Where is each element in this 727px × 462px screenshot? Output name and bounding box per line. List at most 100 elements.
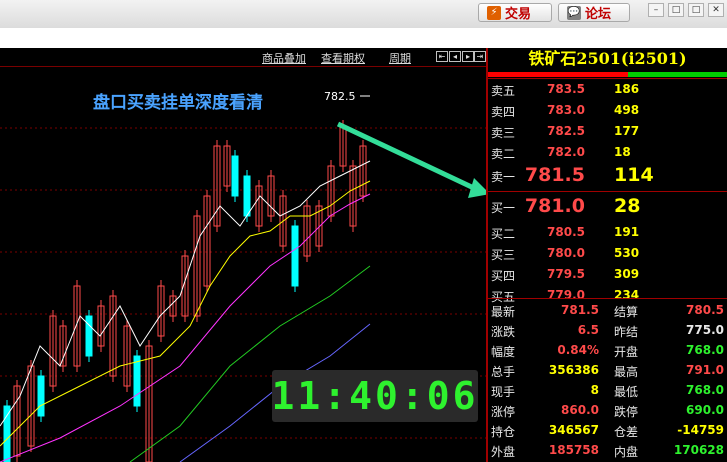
buy-strength-bar bbox=[628, 72, 727, 77]
stat-value: 346567 bbox=[548, 423, 599, 437]
stat-row: 外盘 185758 内盘 170628 bbox=[488, 440, 727, 460]
period-link[interactable]: 周期 bbox=[389, 50, 411, 66]
bid-label: 买三 bbox=[491, 248, 516, 262]
bid-price: 780.5 bbox=[547, 225, 585, 239]
nav-last-icon[interactable]: ⇥ bbox=[474, 51, 486, 62]
ask-row[interactable]: 卖三 782.5 177 bbox=[488, 121, 727, 142]
stat-label: 幅度 bbox=[491, 345, 516, 359]
candle-body bbox=[291, 225, 299, 287]
stat-label: 最新 bbox=[491, 305, 516, 319]
stat-label: 跌停 bbox=[614, 405, 639, 419]
bid-volume: 309 bbox=[614, 267, 640, 281]
nav-next-icon[interactable]: ▸ bbox=[462, 51, 474, 62]
stat-row: 幅度 0.84% 开盘 768.0 bbox=[488, 340, 727, 360]
stat-label: 结算 bbox=[614, 305, 639, 319]
ask-price: 783.5 bbox=[547, 82, 585, 96]
stat-value: -14759 bbox=[677, 423, 724, 437]
ask-label: 卖一 bbox=[491, 170, 516, 184]
stat-value: 791.0 bbox=[686, 363, 724, 377]
ask-volume: 186 bbox=[614, 82, 640, 96]
ask-volume: 18 bbox=[614, 145, 631, 159]
trade-button-label: 交易 bbox=[505, 7, 532, 22]
stat-value: 768.0 bbox=[686, 343, 724, 357]
stat-value: 356386 bbox=[548, 363, 599, 377]
stat-label: 持仓 bbox=[491, 425, 516, 439]
stat-label: 最高 bbox=[614, 365, 639, 379]
ask-volume: 498 bbox=[614, 103, 640, 117]
divider bbox=[488, 298, 727, 299]
stat-value: 690.0 bbox=[686, 403, 724, 417]
stat-label: 外盘 bbox=[491, 445, 516, 459]
stat-row: 现手 8 最低 768.0 bbox=[488, 380, 727, 400]
divider bbox=[488, 191, 727, 192]
nav-prev-icon[interactable]: ◂ bbox=[449, 51, 461, 62]
ask-price: 782.0 bbox=[547, 145, 585, 159]
chart-toolbar: 商品叠加 查看期权 周期 ⇤ ◂ ▸ ⇥ bbox=[0, 48, 486, 67]
ask-row[interactable]: 卖五 783.5 186 bbox=[488, 79, 727, 100]
bid-label: 买四 bbox=[491, 269, 516, 283]
bid-volume: 530 bbox=[614, 246, 640, 260]
stat-value: 185758 bbox=[548, 443, 599, 457]
stat-label: 最低 bbox=[614, 385, 639, 399]
forum-button[interactable]: 💬 论坛 bbox=[558, 3, 630, 22]
overlay-commodity-link[interactable]: 商品叠加 bbox=[262, 50, 306, 66]
stat-label: 昨结 bbox=[614, 325, 639, 339]
stat-value: 780.5 bbox=[686, 303, 724, 317]
bid-price: 781.0 bbox=[524, 195, 585, 217]
ask-row[interactable]: 卖二 782.0 18 bbox=[488, 142, 727, 163]
bid-row[interactable]: 买一 781.0 28 bbox=[488, 194, 727, 217]
stat-label: 现手 bbox=[491, 385, 516, 399]
stat-value: 860.0 bbox=[561, 403, 599, 417]
stat-value: 775.0 bbox=[686, 323, 724, 337]
menu-strip bbox=[0, 28, 727, 48]
stat-row: 持仓 346567 仓差 -14759 bbox=[488, 420, 727, 440]
stat-label: 仓差 bbox=[614, 425, 639, 439]
ask-row[interactable]: 卖四 783.0 498 bbox=[488, 100, 727, 121]
ask-row[interactable]: 卖一 781.5 114 bbox=[488, 163, 727, 186]
ask-label: 卖五 bbox=[491, 84, 516, 98]
candle-body bbox=[37, 375, 45, 417]
stat-value: 0.84% bbox=[557, 343, 599, 357]
bid-row[interactable]: 买二 780.5 191 bbox=[488, 222, 727, 243]
minimize-icon[interactable]: – bbox=[648, 3, 664, 17]
nav-first-icon[interactable]: ⇤ bbox=[436, 51, 448, 62]
annotation-text: 盘口买卖挂单深度看清 bbox=[93, 93, 263, 113]
bid-volume: 191 bbox=[614, 225, 640, 239]
ask-price: 783.0 bbox=[547, 103, 585, 117]
bid-row[interactable]: 买四 779.5 309 bbox=[488, 264, 727, 285]
title-bar: ⚡ 交易 💬 论坛 – □ □ ✕ bbox=[0, 0, 727, 29]
ask-price: 782.5 bbox=[547, 124, 585, 138]
stat-row: 涨停 860.0 跌停 690.0 bbox=[488, 400, 727, 420]
clock-display: 11:40:06 bbox=[271, 370, 479, 422]
ma-line-green bbox=[129, 265, 371, 462]
stat-label: 涨跌 bbox=[491, 325, 516, 339]
quote-panel: 铁矿石2501(i2501) 卖五 783.5 186 卖四 783.0 498 卖三 782… bbox=[488, 48, 727, 462]
stat-value: 170628 bbox=[673, 443, 724, 457]
ask-label: 卖二 bbox=[491, 147, 516, 161]
view-options-link[interactable]: 查看期权 bbox=[321, 50, 365, 66]
stat-label: 内盘 bbox=[614, 445, 639, 459]
maximize-icon[interactable]: □ bbox=[688, 3, 704, 17]
restore-icon[interactable]: □ bbox=[668, 3, 684, 17]
ask-price: 781.5 bbox=[524, 164, 585, 186]
stat-value: 6.5 bbox=[577, 323, 599, 337]
arrow-line bbox=[336, 121, 480, 193]
trade-button[interactable]: ⚡ 交易 bbox=[478, 3, 552, 22]
clock-time: 11:40:06 bbox=[271, 374, 479, 418]
bid-volume: 28 bbox=[614, 195, 641, 217]
close-icon[interactable]: ✕ bbox=[708, 3, 724, 17]
bid-price: 779.5 bbox=[547, 267, 585, 281]
ask-volume: 177 bbox=[614, 124, 640, 138]
ask-volume: 114 bbox=[614, 164, 654, 186]
symbol-title: 铁矿石2501(i2501) bbox=[528, 49, 687, 68]
bid-row[interactable]: 买三 780.0 530 bbox=[488, 243, 727, 264]
ask-label: 卖四 bbox=[491, 105, 516, 119]
candle-body bbox=[3, 405, 11, 462]
stat-row: 最新 781.5 结算 780.5 bbox=[488, 300, 727, 320]
candle-body bbox=[133, 355, 141, 407]
bid-label: 买一 bbox=[491, 201, 516, 215]
stat-label: 涨停 bbox=[491, 405, 516, 419]
bid-price: 780.0 bbox=[547, 246, 585, 260]
ask-label: 卖三 bbox=[491, 126, 516, 140]
stat-label: 总手 bbox=[491, 365, 516, 379]
